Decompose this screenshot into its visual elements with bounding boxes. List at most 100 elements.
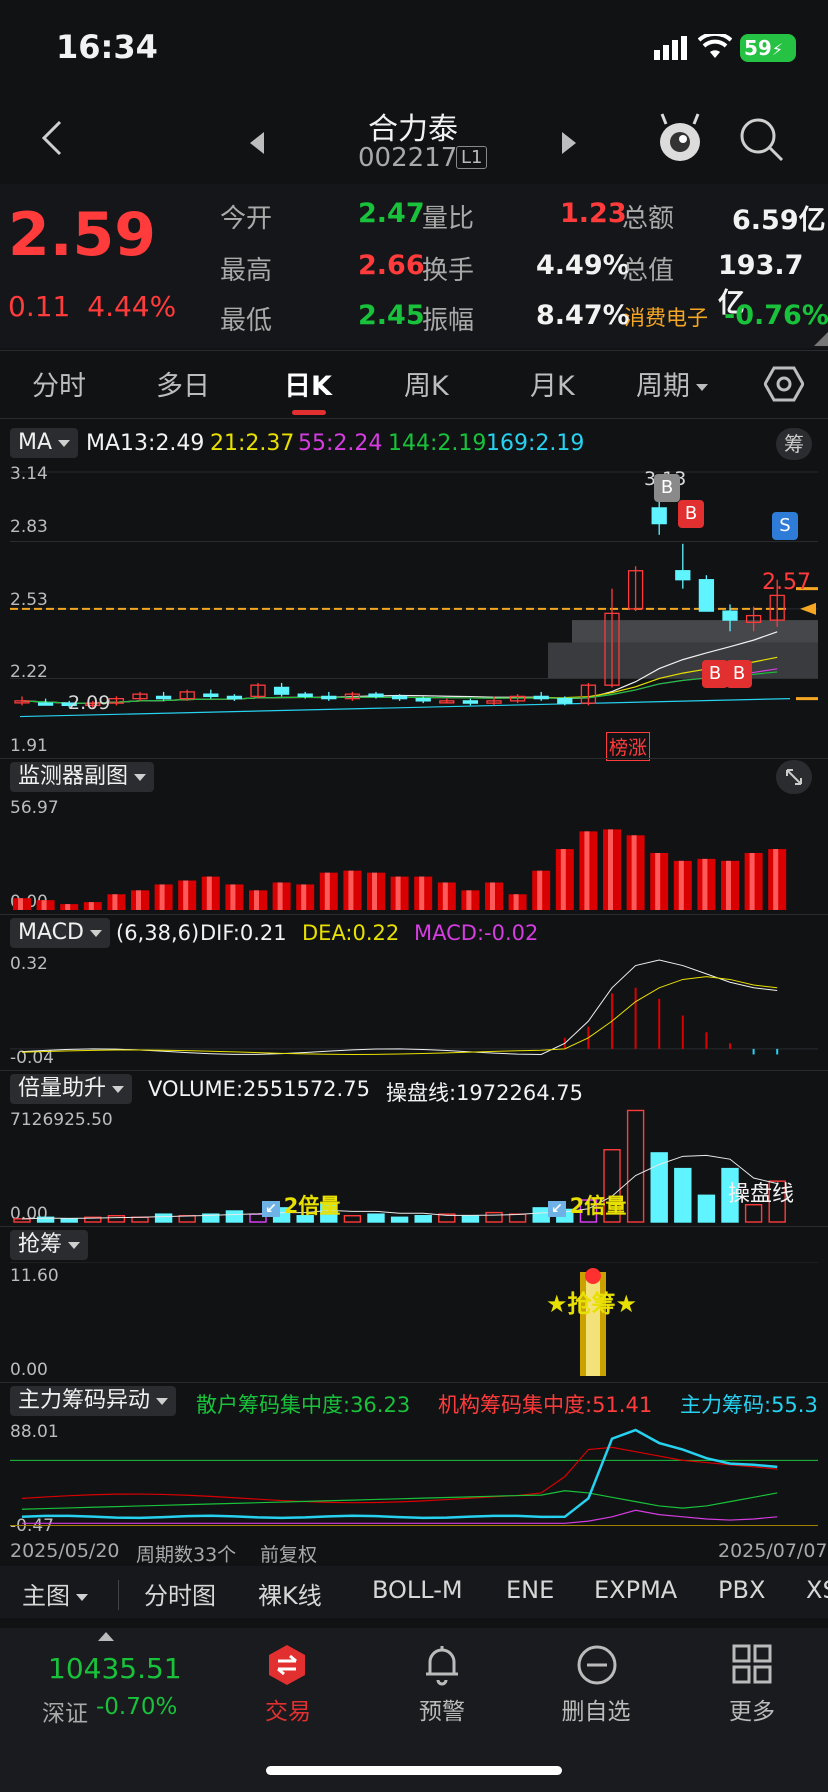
indicator-expma[interactable]: EXPMA — [594, 1576, 677, 1604]
ma-selector-label: MA — [18, 430, 53, 455]
ma-selector[interactable]: MA — [10, 428, 79, 458]
remove-watchlist-icon[interactable] — [576, 1644, 618, 1690]
indicator-naked-k[interactable]: 裸K线 — [258, 1576, 322, 1611]
monitor-selector[interactable]: 监测器副图 — [10, 762, 155, 792]
nav-alert-label[interactable]: 预警 — [402, 1692, 482, 1726]
tab-multi-day[interactable]: 多日 — [156, 364, 210, 403]
ma21-value: 21:2.37 — [210, 431, 295, 456]
volume-bar — [390, 1216, 409, 1223]
amplitude-value: 8.47% — [536, 300, 630, 331]
chevron-down-icon — [156, 1397, 169, 1405]
price-adjust: 前复权 — [260, 1544, 318, 1566]
candle-body — [415, 697, 431, 702]
bell-icon[interactable] — [422, 1642, 462, 1690]
volume-selector[interactable]: 倍量助升 — [10, 1074, 133, 1104]
tab-period[interactable]: 周期 — [636, 364, 708, 403]
indicator-boll-m[interactable]: BOLL-M — [372, 1576, 463, 1604]
monitor-bar-highlight — [88, 902, 94, 910]
level-badge: L1 — [456, 146, 488, 169]
market-cap-label: 总值 — [622, 256, 675, 286]
monitor-bar-highlight — [324, 872, 330, 910]
monitor-bar-highlight — [419, 876, 425, 910]
next-stock-icon[interactable] — [560, 132, 576, 158]
indicator-xs[interactable]: XS — [806, 1576, 828, 1604]
y-tick-4: 2.22 — [10, 662, 48, 682]
double-volume-tag: ↙ 2倍量 — [548, 1190, 626, 1220]
macd-selector[interactable]: MACD — [10, 918, 110, 948]
volume-bar — [343, 1215, 362, 1223]
volume-chart[interactable] — [0, 1106, 828, 1226]
battery-level: 59 — [744, 36, 772, 60]
macd-chart[interactable] — [0, 950, 828, 1070]
trade-icon[interactable] — [266, 1644, 308, 1690]
indicator-ene[interactable]: ENE — [506, 1576, 554, 1604]
chip-chart[interactable] — [0, 1418, 828, 1536]
nav-more-label[interactable]: 更多 — [712, 1692, 792, 1726]
monitor-bar-highlight — [490, 882, 495, 910]
back-icon[interactable] — [40, 120, 64, 160]
monitor-bar-highlight — [301, 884, 307, 910]
volume-bar — [697, 1194, 716, 1223]
prev-stock-icon[interactable] — [250, 132, 266, 158]
monitor-bar-highlight — [395, 876, 401, 910]
monitor-bar-highlight — [631, 835, 637, 910]
monitor-bar-highlight — [749, 852, 755, 910]
tab-weekly-k[interactable]: 周K — [404, 364, 449, 403]
last-price-mark: 2.57 — [762, 570, 811, 595]
ma13-value: MA13:2.49 — [86, 431, 205, 456]
buy-marker: B — [726, 660, 752, 688]
signal-icon — [654, 36, 690, 64]
candle-body — [391, 695, 408, 700]
search-icon[interactable] — [738, 116, 786, 168]
indicator-intraday[interactable]: 分时图 — [144, 1576, 216, 1611]
nav-trade-label[interactable]: 交易 — [248, 1692, 328, 1726]
battery-icon: 59⚡ — [740, 34, 796, 62]
sector-name[interactable]: 消费电子 — [624, 302, 708, 332]
macd-dif: DIF:0.21 — [200, 921, 287, 945]
settings-hexagon-icon[interactable] — [763, 366, 805, 406]
candle-body — [368, 693, 384, 698]
price-arrow — [800, 602, 816, 615]
chevron-down-icon — [58, 439, 71, 447]
monitor-bar-highlight — [136, 890, 141, 910]
turnover-label: 换手 — [422, 256, 475, 286]
range-start: 2025/05/20 — [10, 1540, 120, 1562]
chip-distribution-button[interactable]: 筹 — [776, 428, 812, 460]
volume-bar — [13, 1218, 31, 1223]
volume-label: 倍量助升 — [18, 1076, 107, 1101]
vol-ratio-value: 1.23 — [560, 198, 627, 229]
volume-bar — [367, 1213, 385, 1223]
sector-change: -0.76% — [724, 300, 828, 331]
nav-remove-label[interactable]: 删自选 — [554, 1692, 638, 1726]
volume-bar — [508, 1213, 527, 1223]
main-chart-label: 主图 — [22, 1582, 70, 1610]
monitor-bar-highlight — [277, 882, 283, 910]
index-change: -0.70% — [96, 1694, 178, 1720]
tab-monthly-k[interactable]: 月K — [530, 364, 575, 403]
volume-bar — [532, 1207, 550, 1223]
stock-name: 合力泰 — [368, 112, 458, 147]
chip-selector[interactable]: 主力筹码异动 — [10, 1386, 177, 1416]
amount-label: 总额 — [622, 204, 675, 234]
grid-more-icon[interactable] — [732, 1644, 772, 1688]
index-value[interactable]: 10435.51 — [48, 1652, 182, 1685]
assistant-mascot-icon[interactable] — [656, 112, 704, 168]
volume-bar — [60, 1218, 78, 1223]
monitor-bar-highlight — [537, 870, 543, 910]
monitor-bar-highlight — [726, 860, 731, 910]
expand-icon[interactable] — [776, 760, 812, 794]
rank-up-tag: 榜涨 — [606, 732, 651, 761]
candle-body — [226, 695, 243, 700]
wifi-icon — [697, 31, 733, 64]
monitor-bar-highlight — [159, 884, 165, 910]
sector-corner-icon — [814, 332, 828, 346]
qiangchou-selector[interactable]: 抢筹 — [10, 1230, 89, 1260]
arrow-icon: ↙ — [262, 1201, 280, 1217]
tab-intraday[interactable]: 分时 — [32, 364, 86, 403]
main-chart-selector[interactable]: 主图 — [22, 1576, 88, 1611]
tab-daily-k[interactable]: 日K — [284, 364, 332, 403]
chevron-down-icon — [112, 1085, 125, 1093]
monitor-bar-highlight — [112, 894, 118, 910]
monitor-chart[interactable] — [0, 794, 828, 914]
indicator-pbx[interactable]: PBX — [718, 1576, 765, 1604]
